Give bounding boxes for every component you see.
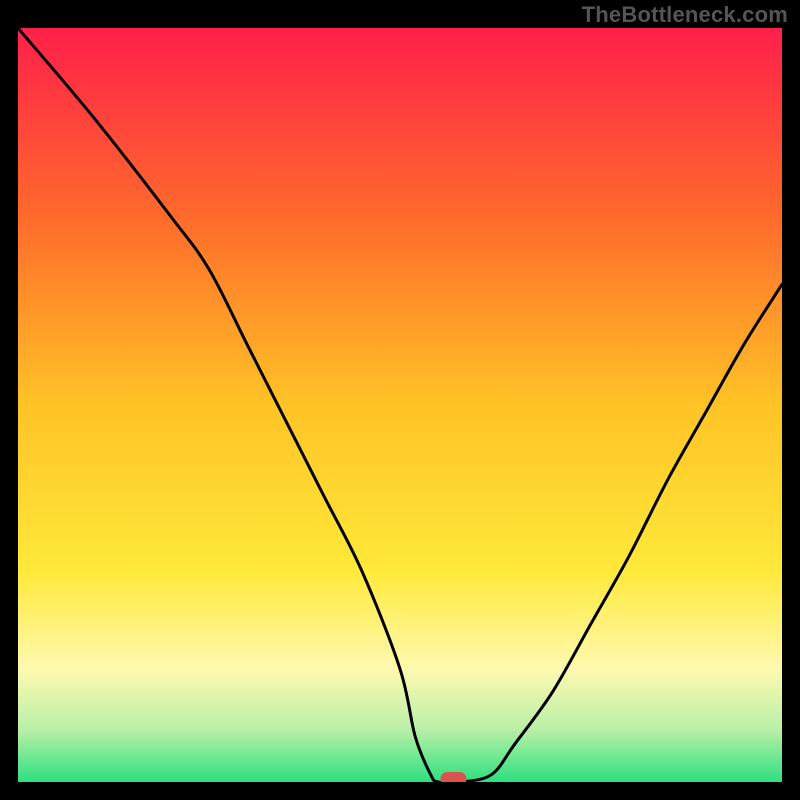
chart-svg (18, 28, 782, 782)
optimal-marker (440, 772, 466, 782)
chart-frame: TheBottleneck.com (0, 0, 800, 800)
watermark-text: TheBottleneck.com (582, 2, 788, 28)
plot-area (18, 28, 782, 782)
